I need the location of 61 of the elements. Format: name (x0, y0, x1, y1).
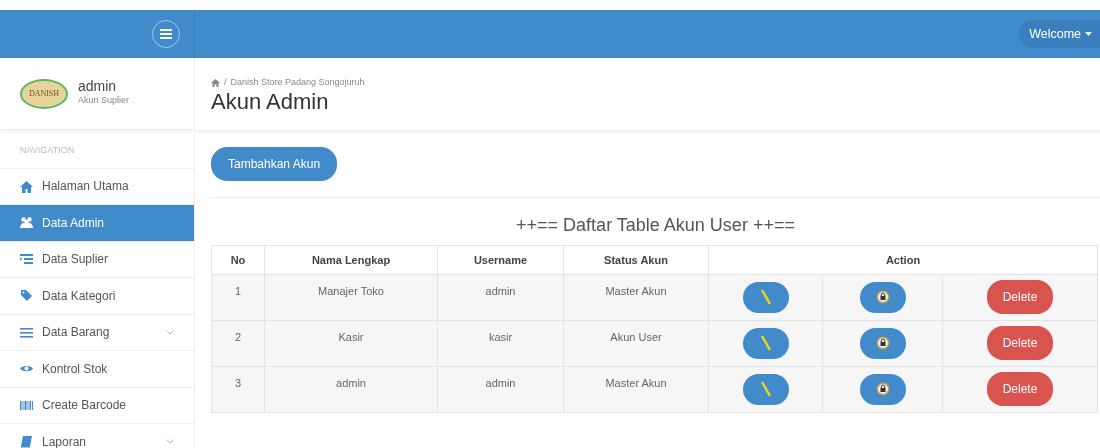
delete-button[interactable]: Delete (986, 372, 1054, 406)
user-name: admin (78, 79, 118, 95)
menu-icon (160, 29, 172, 39)
edit-button[interactable] (742, 373, 789, 405)
chevron-down-icon (166, 329, 174, 335)
table-cell: 2 (211, 320, 265, 367)
column-header: Username (437, 245, 564, 275)
book-icon (20, 435, 33, 448)
table-cell: Master Akun (563, 274, 709, 321)
caret-icon (1085, 32, 1092, 36)
delete-button[interactable]: Delete (986, 280, 1054, 314)
lock-icon (875, 290, 890, 304)
user-menu-button[interactable]: Welcome (1019, 19, 1100, 49)
table-cell: Kasir (264, 320, 438, 367)
column-header: No (211, 245, 265, 275)
breadcrumb-link[interactable]: Danish Store Padang Songojuruh (230, 76, 365, 90)
table-cell: admin (437, 274, 564, 321)
breadcrumb-separator: / (224, 76, 227, 89)
sidebar-item[interactable]: Data Kategori (0, 278, 194, 315)
barcode-icon (20, 398, 33, 412)
indent-list-icon (20, 252, 33, 266)
pencil-icon (760, 381, 771, 397)
column-header: Action (708, 245, 1098, 275)
sidebar-item[interactable]: Data Suplier (0, 241, 194, 278)
table-cell: kasir (437, 320, 564, 367)
table-cell: 3 (211, 366, 265, 413)
table-cell: 1 (211, 274, 265, 321)
lock-icon (875, 382, 890, 396)
sidebar-item[interactable]: Kontrol Stok (0, 351, 194, 388)
pencil-icon (760, 335, 771, 351)
list-icon (20, 325, 33, 339)
sidebar-item[interactable]: Data Admin (0, 205, 194, 242)
table-cell: admin (437, 366, 564, 413)
table-title: ++== Daftar Table Akun User ++== (515, 214, 796, 237)
user-role: Akun Suplier (78, 94, 130, 108)
table-cell: Master Akun (563, 366, 709, 413)
chevron-down-icon (166, 439, 174, 445)
table-cell: Akun User (563, 320, 709, 367)
edit-button[interactable] (742, 281, 789, 313)
edit-button[interactable] (742, 327, 789, 359)
delete-button[interactable]: Delete (986, 326, 1054, 360)
lock-icon (875, 336, 890, 350)
home-icon (20, 179, 33, 193)
table-cell: Manajer Toko (264, 274, 438, 321)
lock-button[interactable] (859, 281, 906, 313)
sidebar-item[interactable]: Create Barcode (0, 387, 194, 424)
lock-button[interactable] (859, 327, 906, 359)
pencil-icon (760, 289, 771, 305)
home-icon (211, 78, 220, 87)
logo: DANISH (20, 78, 68, 109)
sidebar-item[interactable]: Laporan (0, 424, 194, 448)
users-icon (20, 216, 33, 230)
lock-button[interactable] (859, 373, 906, 405)
table-cell: admin (264, 366, 438, 413)
add-account-button[interactable]: Tambahkan Akun (211, 147, 338, 181)
sidebar-item[interactable]: Data Barang (0, 314, 194, 351)
column-header: Nama Lengkap (264, 245, 438, 275)
page-title: Akun Admin (211, 89, 330, 114)
column-header: Status Akun (563, 245, 709, 275)
nav-heading: NAVIGATION (0, 130, 194, 169)
tag-icon (20, 289, 33, 303)
